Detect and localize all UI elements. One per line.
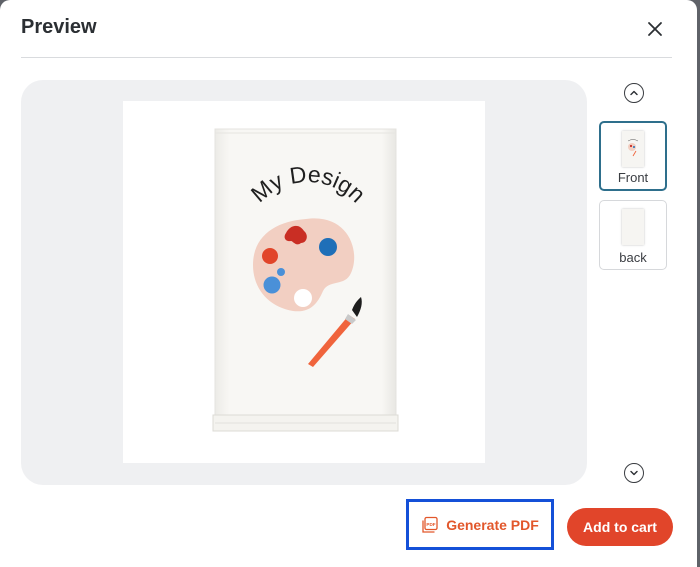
chevron-up-icon — [630, 90, 638, 96]
add-to-cart-button[interactable]: Add to cart — [567, 508, 673, 546]
svg-text:PDF: PDF — [427, 522, 436, 527]
generate-pdf-button[interactable]: PDF Generate PDF — [406, 499, 554, 550]
close-icon — [648, 22, 662, 36]
thumbnail-scroll-down-button[interactable] — [624, 463, 644, 483]
title-divider — [21, 57, 672, 58]
preview-modal: Preview My Design Front back PDF Generat… — [0, 0, 697, 567]
pdf-icon: PDF — [422, 516, 438, 533]
preview-stage: My Design — [21, 80, 587, 485]
front-thumbnail-image — [622, 131, 644, 167]
add-to-cart-label: Add to cart — [583, 519, 657, 535]
chevron-down-icon — [630, 470, 638, 476]
thumbnail-back[interactable]: back — [599, 200, 667, 270]
product-preview-image: My Design — [123, 101, 485, 463]
modal-title: Preview — [21, 16, 97, 38]
thumbnail-front[interactable]: Front — [599, 121, 667, 191]
back-thumbnail-image — [622, 209, 644, 245]
thumbnail-label: Front — [617, 170, 649, 185]
thumbnail-scroll-up-button[interactable] — [624, 83, 644, 103]
tea-towel-mockup: My Design — [212, 128, 399, 432]
thumbnail-label: back — [619, 250, 647, 265]
generate-pdf-label: Generate PDF — [446, 516, 539, 533]
close-button[interactable] — [640, 14, 670, 44]
